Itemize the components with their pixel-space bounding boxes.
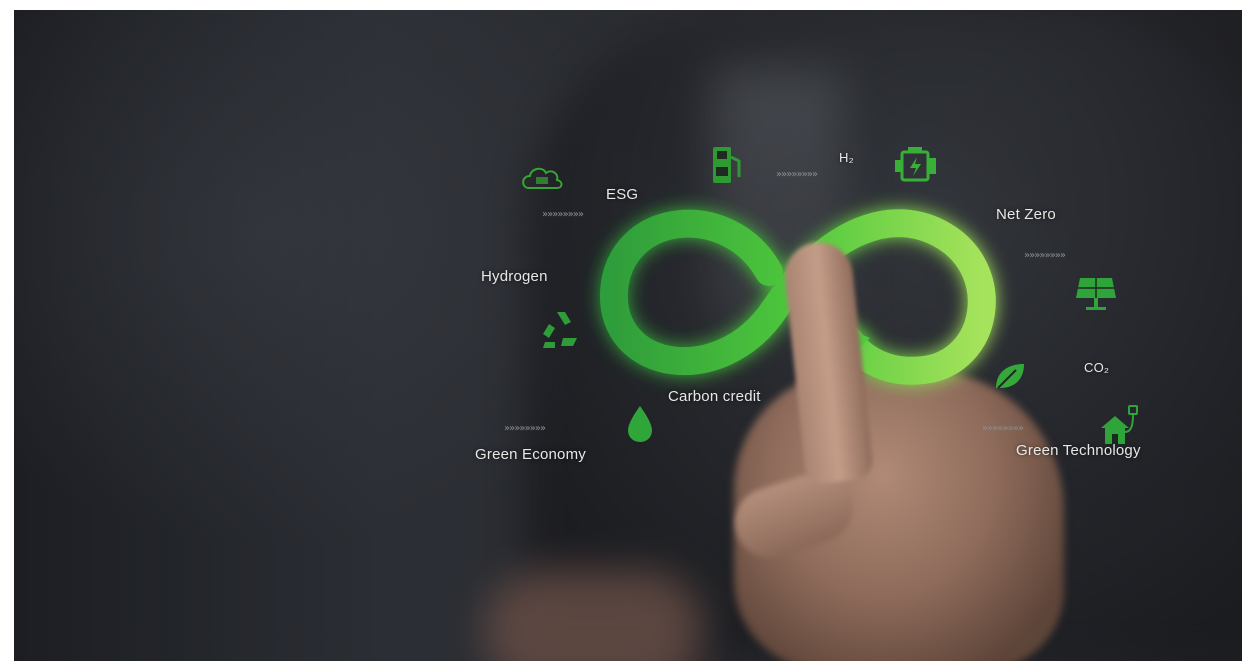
- photo-scene: ESG H₂ Net Zero Hydrogen CO₂ Carbon cred…: [14, 10, 1242, 661]
- solar-panel-icon: [1074, 274, 1118, 314]
- label-green-economy: Green Economy: [475, 446, 586, 463]
- co2-cloud-icon: [519, 162, 565, 196]
- chevron-arrows: »»»»»»»»: [982, 423, 1024, 434]
- hydrogen-fuel-station-icon: [709, 143, 745, 187]
- leaf-icon: [992, 360, 1028, 392]
- water-drop-icon: [626, 404, 654, 444]
- chevron-arrows: »»»»»»»»: [1024, 250, 1066, 261]
- label-esg: ESG: [606, 186, 639, 203]
- chevron-arrows: »»»»»»»»: [776, 169, 818, 180]
- electric-engine-icon: [892, 146, 940, 186]
- label-hydrogen: Hydrogen: [481, 268, 548, 285]
- label-net-zero: Net Zero: [996, 206, 1056, 223]
- label-green-technology: Green Technology: [1016, 442, 1141, 459]
- label-carbon-credit: Carbon credit: [668, 388, 761, 405]
- recycle-icon: [537, 308, 583, 350]
- label-h2: H₂: [839, 150, 854, 165]
- infinity-loop-icon: [599, 209, 996, 385]
- chevron-arrows: »»»»»»»»: [504, 423, 546, 434]
- chevron-arrows: »»»»»»»»: [542, 209, 584, 220]
- label-co2: CO₂: [1084, 360, 1110, 375]
